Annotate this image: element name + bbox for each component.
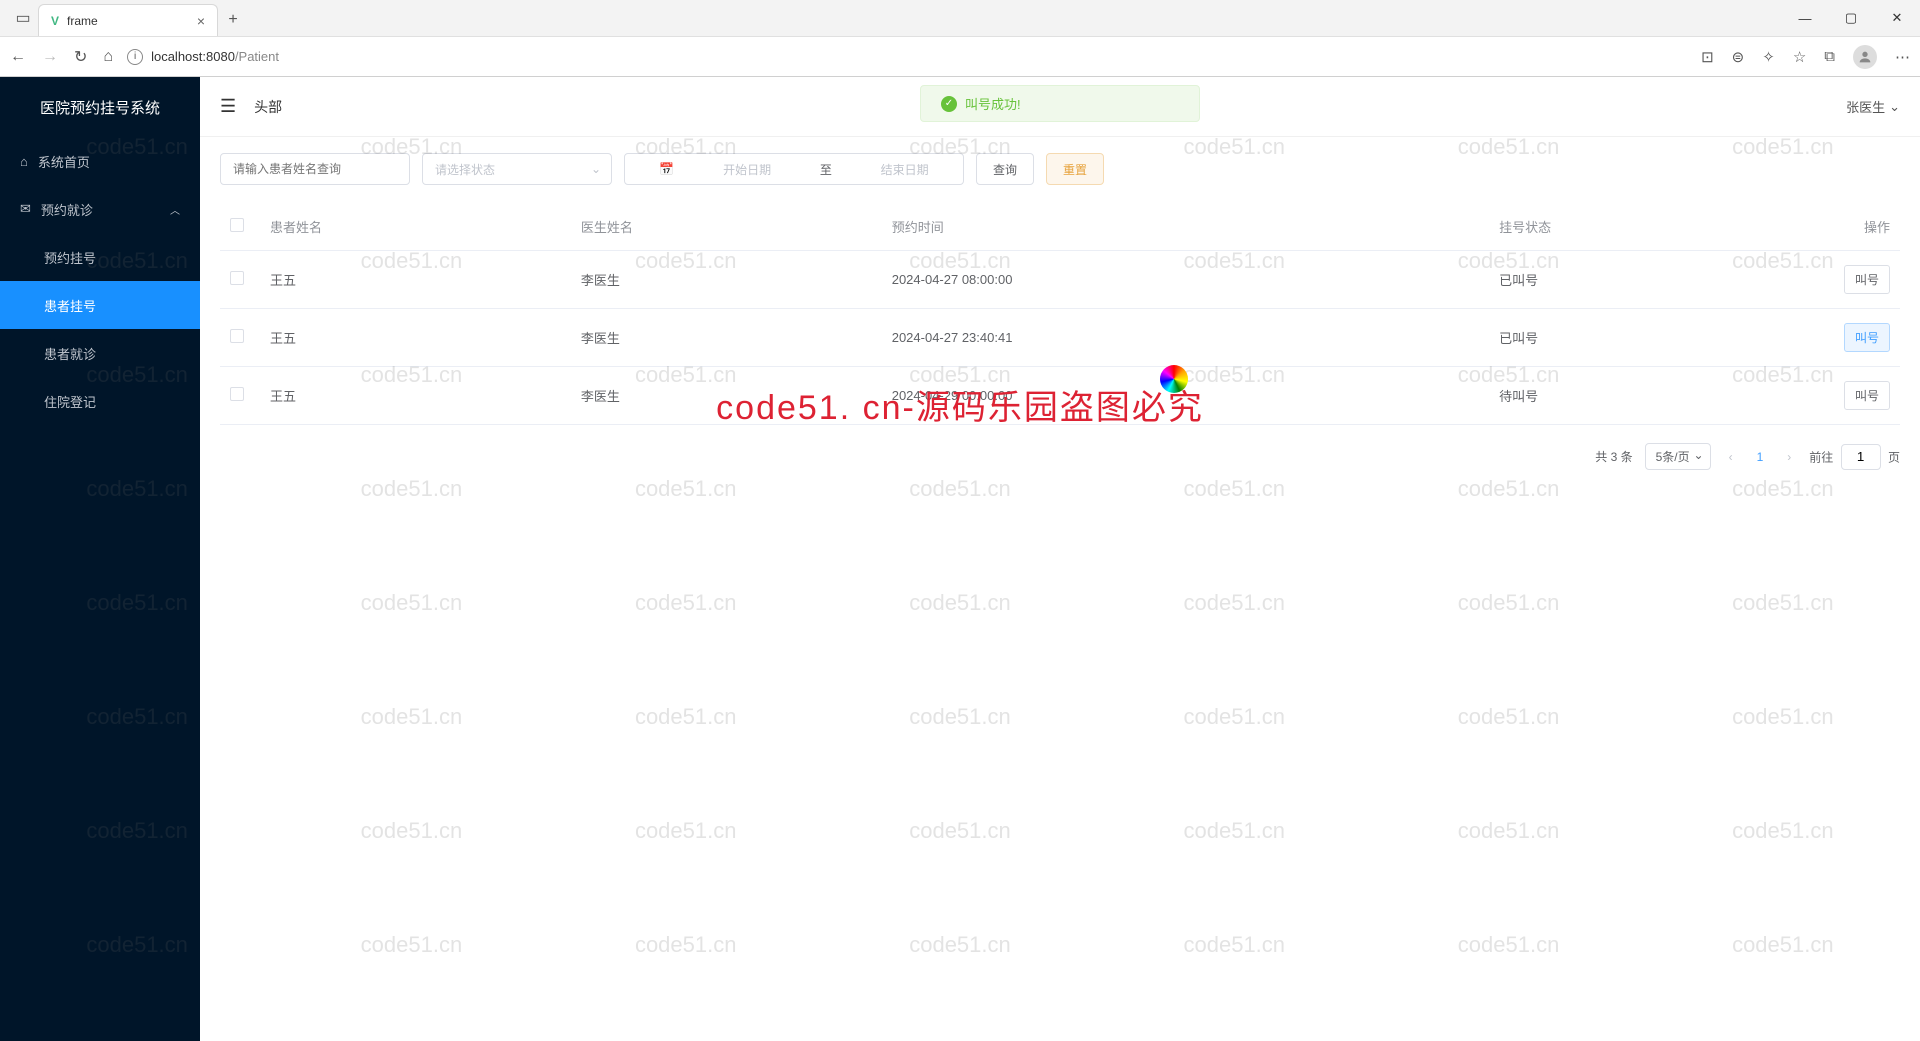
reader-icon[interactable]: ⊡ (1701, 48, 1714, 66)
table-row: 王五 李医生 2024-04-27 08:00:00 已叫号 叫号 (220, 251, 1900, 309)
cell-doctor: 李医生 (571, 309, 882, 367)
more-icon[interactable]: ⋯ (1895, 48, 1910, 66)
check-icon: ✓ (941, 96, 957, 112)
home-nav-icon: ⌂ (20, 154, 28, 169)
mail-icon: ✉ (20, 201, 31, 217)
col-doctor: 医生姓名 (571, 203, 882, 251)
call-button[interactable]: 叫号 (1844, 265, 1890, 294)
sidebar-item-appointment[interactable]: ✉ 预约就诊 ︿ (0, 185, 200, 233)
row-checkbox[interactable] (230, 387, 244, 401)
sidebar-item-inpatient[interactable]: 住院登记 (0, 377, 200, 425)
call-button[interactable]: 叫号 (1844, 381, 1890, 410)
cell-patient: 王五 (260, 309, 571, 367)
page-jump: 前往 页 (1809, 444, 1900, 470)
status-select[interactable]: 请选择状态 (422, 153, 612, 185)
cell-time: 2024-04-27 23:40:41 (882, 309, 1489, 367)
sidebar-item-label: 住院登记 (44, 392, 96, 411)
profile-avatar-icon[interactable] (1853, 45, 1877, 69)
sidebar: 医院预约挂号系统 ⌂ 系统首页 ✉ 预约就诊 ︿ 预约挂号 患者挂号 患者就诊 … (0, 77, 200, 1041)
cell-status: 已叫号 (1489, 251, 1800, 309)
row-checkbox[interactable] (230, 329, 244, 343)
prev-page-icon[interactable]: ‹ (1723, 450, 1739, 464)
col-patient: 患者姓名 (260, 203, 571, 251)
select-all-checkbox[interactable] (230, 218, 244, 232)
collections-icon[interactable]: ⧉ (1824, 48, 1835, 65)
new-tab-button[interactable]: + (218, 4, 248, 36)
app-logo: 医院预约挂号系统 (0, 77, 200, 137)
cell-status: 待叫号 (1489, 367, 1800, 425)
site-info-icon[interactable]: i (127, 49, 143, 65)
tab-title: frame (67, 14, 98, 28)
sidebar-item-label: 预约挂号 (44, 248, 96, 267)
forward-icon[interactable]: → (42, 48, 58, 66)
total-count: 共 3 条 (1595, 448, 1632, 465)
filter-bar: 请选择状态 📅 开始日期 至 结束日期 查询 重置 (220, 153, 1900, 185)
sidebar-item-label: 系统首页 (38, 152, 90, 171)
feed-icon[interactable]: ⊜ (1732, 48, 1745, 66)
current-page[interactable]: 1 (1751, 450, 1770, 464)
sidebar-item-label: 患者就诊 (44, 344, 96, 363)
chevron-down-icon: ⌄ (1889, 99, 1900, 115)
success-toast: ✓ 叫号成功! (920, 85, 1200, 122)
table-row: 王五 李医生 2024-04-29 00:00:00 待叫号 叫号 (220, 367, 1900, 425)
user-name: 张医生 (1846, 97, 1885, 116)
sidebar-item-label: 预约就诊 (41, 200, 93, 219)
sidebar-item-register[interactable]: 预约挂号 (0, 233, 200, 281)
tab-overview-icon[interactable]: ▭ (8, 0, 38, 36)
search-button[interactable]: 查询 (976, 153, 1034, 185)
next-page-icon[interactable]: › (1781, 450, 1797, 464)
address-bar[interactable]: i localhost:8080/Patient (127, 49, 1687, 65)
date-range-picker[interactable]: 📅 开始日期 至 结束日期 (624, 153, 964, 185)
cell-status: 已叫号 (1489, 309, 1800, 367)
sidebar-item-patient-visit[interactable]: 患者就诊 (0, 329, 200, 377)
vue-favicon-icon: V (51, 14, 59, 28)
maximize-icon[interactable]: ▢ (1828, 0, 1874, 36)
browser-chrome: — ▢ ✕ ▭ V frame × + ← → ↻ ⌂ i localhost:… (0, 0, 1920, 77)
refresh-icon[interactable]: ↻ (74, 47, 87, 67)
cell-time: 2024-04-29 00:00:00 (882, 367, 1489, 425)
cell-time: 2024-04-27 08:00:00 (882, 251, 1489, 309)
col-action: 操作 (1800, 203, 1900, 251)
chevron-up-icon: ︿ (170, 202, 180, 217)
sidebar-item-patient-register[interactable]: 患者挂号 (0, 281, 200, 329)
row-checkbox[interactable] (230, 271, 244, 285)
page-title: 头部 (254, 97, 282, 117)
col-time: 预约时间 (882, 203, 1489, 251)
close-tab-icon[interactable]: × (197, 13, 205, 29)
minimize-icon[interactable]: — (1782, 0, 1828, 36)
page-size-select[interactable]: 5条/页 (1645, 443, 1711, 470)
cell-patient: 王五 (260, 367, 571, 425)
cell-doctor: 李医生 (571, 251, 882, 309)
patient-table: 患者姓名 医生姓名 预约时间 挂号状态 操作 王五 李医生 2024-04-27… (220, 203, 1900, 425)
pagination: 共 3 条 5条/页 ‹ 1 › 前往 页 (220, 425, 1900, 488)
sidebar-item-label: 患者挂号 (44, 296, 96, 315)
col-status: 挂号状态 (1489, 203, 1800, 251)
extension-icon[interactable]: ✧ (1762, 48, 1775, 66)
call-button[interactable]: 叫号 (1844, 323, 1890, 352)
cell-doctor: 李医生 (571, 367, 882, 425)
close-window-icon[interactable]: ✕ (1874, 0, 1920, 36)
hamburger-icon[interactable]: ☰ (220, 96, 236, 117)
browser-tab[interactable]: V frame × (38, 4, 218, 36)
table-row: 王五 李医生 2024-04-27 23:40:41 已叫号 叫号 (220, 309, 1900, 367)
toast-message: 叫号成功! (965, 94, 1021, 113)
back-icon[interactable]: ← (10, 48, 26, 66)
cell-patient: 王五 (260, 251, 571, 309)
patient-name-input[interactable] (220, 153, 410, 185)
reset-button[interactable]: 重置 (1046, 153, 1104, 185)
sidebar-item-home[interactable]: ⌂ 系统首页 (0, 137, 200, 185)
favorites-icon[interactable]: ☆ (1793, 48, 1806, 66)
page-jump-input[interactable] (1841, 444, 1881, 470)
user-dropdown[interactable]: 张医生 ⌄ (1846, 97, 1900, 116)
window-controls: — ▢ ✕ (1782, 0, 1920, 36)
home-icon[interactable]: ⌂ (103, 48, 113, 66)
calendar-icon: 📅 (659, 162, 674, 176)
